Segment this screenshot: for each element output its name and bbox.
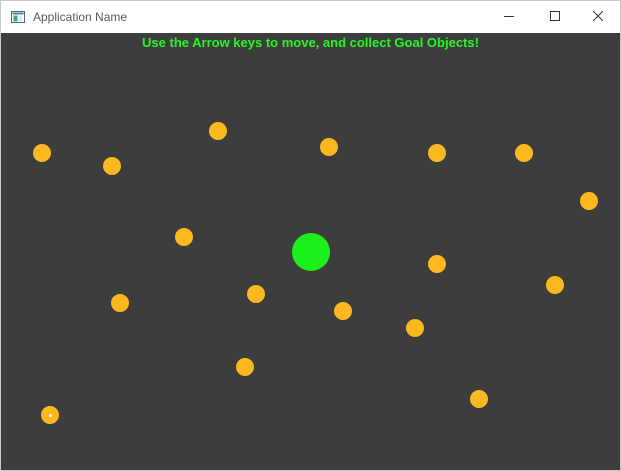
- minimize-button[interactable]: [486, 1, 532, 33]
- maximize-button[interactable]: [532, 1, 578, 33]
- goal-sparkle: [48, 413, 52, 417]
- goal-object: [515, 144, 533, 162]
- instructions-text: Use the Arrow keys to move, and collect …: [142, 35, 479, 50]
- goal-object: [406, 319, 424, 337]
- goal-object: [428, 144, 446, 162]
- player: [292, 233, 330, 271]
- minimize-icon: [504, 8, 514, 26]
- goal-object: [428, 255, 446, 273]
- goal-object: [236, 358, 254, 376]
- title-bar[interactable]: Application Name: [1, 1, 620, 33]
- goal-object: [111, 294, 129, 312]
- close-button[interactable]: [575, 1, 621, 33]
- maximize-icon: [550, 8, 560, 26]
- goal-object: [546, 276, 564, 294]
- goal-object: [320, 138, 338, 156]
- goal-object: [103, 157, 121, 175]
- goal-object: [209, 122, 227, 140]
- game-canvas[interactable]: Use the Arrow keys to move, and collect …: [1, 33, 620, 470]
- goal-object: [580, 192, 598, 210]
- goal-object: [33, 144, 51, 162]
- window-title: Application Name: [33, 10, 128, 24]
- goal-object: [247, 285, 265, 303]
- goal-object: [175, 228, 193, 246]
- app-window-icon: [11, 10, 25, 23]
- application-window: Application Name Use the Arrow keys to m…: [0, 0, 621, 471]
- close-icon: [592, 8, 604, 26]
- goal-object: [470, 390, 488, 408]
- goal-object: [334, 302, 352, 320]
